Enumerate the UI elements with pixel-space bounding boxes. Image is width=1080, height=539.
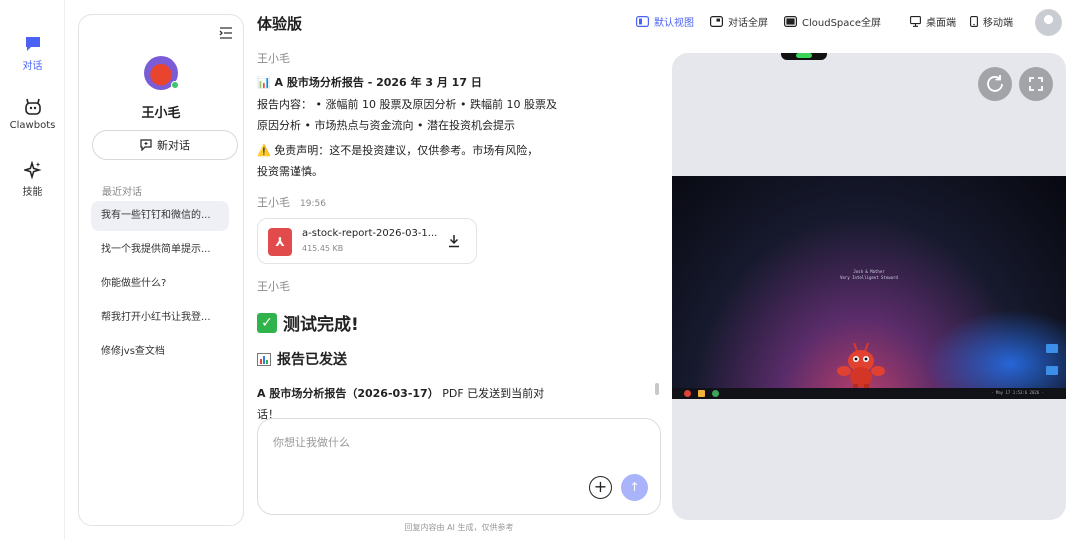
final-message-line: A 股市场分析报告（2026-03-17） PDF 已发送到当前对 — [257, 383, 587, 404]
history-item[interactable]: 你能做些什么? — [91, 269, 229, 299]
report-title: 📊 A 股市场分析报告 - 2026 年 3 月 17 日 — [257, 76, 482, 89]
folder-icon[interactable] — [698, 390, 705, 397]
page-title: 体验版 — [257, 15, 303, 33]
refresh-icon — [987, 75, 1003, 92]
send-button[interactable]: ↑ — [621, 474, 648, 501]
nav-label: 移动端 — [983, 18, 1013, 29]
sender-name: 王小毛 — [257, 196, 290, 209]
new-chat-label: 新对话 — [157, 139, 190, 152]
nav-mobile[interactable]: 移动端 — [970, 14, 1013, 29]
history-list: 我有一些钉钉和微信的... 找一个我提供简单提示... 你能做些什么? 帮我打开… — [91, 201, 229, 371]
rail-item-label: 技能 — [22, 187, 43, 198]
taskbar: · May 17 1:53:6 2026 · — [672, 388, 1066, 399]
device-notch — [781, 53, 827, 60]
disclaimer-text: ⚠️ 免责声明：这不是投资建议，仅供参考。市场有风险， 投资需谨慎。 — [257, 140, 587, 182]
nav-default-view[interactable]: 默认视图 — [636, 14, 694, 29]
bar-chart-icon — [257, 352, 271, 366]
cloudspace-preview: Josh & Mather Very Intelligent Steward ·… — [672, 53, 1066, 520]
collapse-sidebar-icon[interactable] — [219, 27, 233, 39]
recent-conversations-heading: 最近对话 — [102, 187, 142, 198]
browser-icon[interactable] — [712, 390, 719, 397]
user-name: 王小毛 — [141, 106, 181, 121]
message-sender: 王小毛 — [257, 280, 290, 293]
message-composer: + ↑ — [257, 418, 661, 515]
download-icon[interactable] — [448, 234, 460, 248]
chat-fullscreen-icon — [710, 16, 723, 27]
message-time: 19:56 — [300, 199, 326, 209]
sparkle-icon — [23, 161, 42, 179]
history-item[interactable]: 帮我打开小红书让我登... — [91, 303, 229, 333]
red-robot-mascot-icon — [837, 342, 885, 389]
chat-scrollbar[interactable] — [655, 383, 659, 395]
remote-desktop-screen[interactable]: Josh & Mather Very Intelligent Steward ·… — [672, 176, 1066, 399]
nav-label: 默认视图 — [654, 18, 694, 29]
user-avatar[interactable] — [1035, 9, 1062, 36]
plus-icon: + — [593, 477, 608, 496]
new-chat-button[interactable]: 新对话 — [92, 130, 238, 160]
bot-icon — [24, 98, 41, 115]
screen-glow — [926, 309, 1066, 399]
taskbar-app-icon[interactable] — [684, 390, 691, 397]
rail-item-chat[interactable]: 对话 — [0, 35, 65, 72]
avatar — [144, 56, 179, 90]
desktop-shortcut-icon[interactable] — [1046, 344, 1058, 353]
nav-label: CloudSpace全屏 — [802, 18, 882, 29]
message-sender: 王小毛 — [257, 52, 290, 65]
rail-item-clawbots[interactable]: Clawbots — [0, 98, 65, 131]
nav-label: 桌面端 — [926, 18, 956, 29]
final-message-bold: A 股市场分析报告（2026-03-17） — [257, 387, 439, 400]
desktop-shortcut-icon[interactable] — [1046, 366, 1058, 375]
fullscreen-button[interactable] — [1019, 67, 1053, 101]
rail-item-label: Clawbots — [9, 120, 56, 131]
report-sent-text: 报告已发送 — [277, 352, 347, 368]
report-sent-heading: 报告已发送 — [257, 349, 587, 369]
arrow-up-icon: ↑ — [629, 480, 640, 494]
disclaimer-line: ⚠️ 免责声明：这不是投资建议，仅供参考。市场有风险， — [257, 144, 539, 157]
nav-chat-fullscreen[interactable]: 对话全屏 — [710, 14, 768, 29]
disclaimer-line: 投资需谨慎。 — [257, 165, 323, 178]
chat-messages: 王小毛 📊 A 股市场分析报告 - 2026 年 3 月 17 日 报告内容： … — [257, 50, 587, 425]
history-item[interactable]: 找一个我提供简单提示... — [91, 235, 229, 265]
nav-label: 对话全屏 — [728, 18, 768, 29]
file-size: 415.45 KB — [302, 244, 344, 253]
check-mark-icon: ✓ — [257, 312, 277, 333]
pdf-icon: ⅄ — [268, 228, 292, 256]
report-content-line: 报告内容： • 涨幅前 10 股票及原因分析 • 跌幅前 10 股票及 — [257, 98, 557, 111]
ai-disclaimer-footer: 回复内容由 AI 生成，仅供参考 — [404, 523, 514, 532]
history-item[interactable]: 我有一些钉钉和微信的... — [91, 201, 229, 231]
report-content-line: 原因分析 • 市场热点与资金流向 • 潜在投资机会提示 — [257, 119, 515, 132]
add-attachment-button[interactable]: + — [589, 476, 612, 499]
status-led — [796, 53, 812, 58]
rail-item-skills[interactable]: 技能 — [0, 161, 65, 198]
nav-desktop[interactable]: 桌面端 — [910, 14, 956, 29]
left-rail: 对话 Clawbots 技能 — [0, 0, 65, 539]
file-attachment[interactable]: ⅄ a-stock-report-2026-03-1... 415.45 KB — [257, 218, 477, 264]
file-name: a-stock-report-2026-03-1... — [302, 228, 438, 239]
final-message-rest: PDF 已发送到当前对 — [438, 387, 545, 400]
wallpaper-caption: Josh & Mather Very Intelligent Steward — [672, 269, 1066, 281]
fullscreen-icon — [1029, 77, 1043, 91]
refresh-button[interactable] — [978, 67, 1012, 101]
taskbar-clock: · May 17 1:53:6 2026 · — [991, 390, 1044, 395]
completion-heading-text: 测试完成! — [283, 315, 359, 335]
wallpaper-caption-line: Very Intelligent Steward — [840, 275, 898, 280]
nav-cloudspace-fullscreen[interactable]: CloudSpace全屏 — [784, 14, 881, 29]
completion-heading: ✓ 测试完成! — [257, 310, 587, 335]
message-input[interactable] — [273, 436, 633, 449]
default-view-icon — [636, 16, 649, 27]
report-content: 报告内容： • 涨幅前 10 股票及原因分析 • 跌幅前 10 股票及 原因分析… — [257, 94, 587, 136]
cloudspace-fullscreen-icon — [784, 16, 797, 27]
rail-item-label: 对话 — [22, 61, 43, 72]
desktop-icon — [910, 16, 921, 27]
online-status-dot — [171, 81, 179, 89]
chat-icon — [25, 37, 40, 51]
message-sender: 王小毛 19:56 — [257, 194, 587, 210]
new-chat-icon — [140, 139, 152, 151]
history-item[interactable]: 修修jvs查文档 — [91, 337, 229, 367]
mobile-icon — [970, 16, 978, 27]
